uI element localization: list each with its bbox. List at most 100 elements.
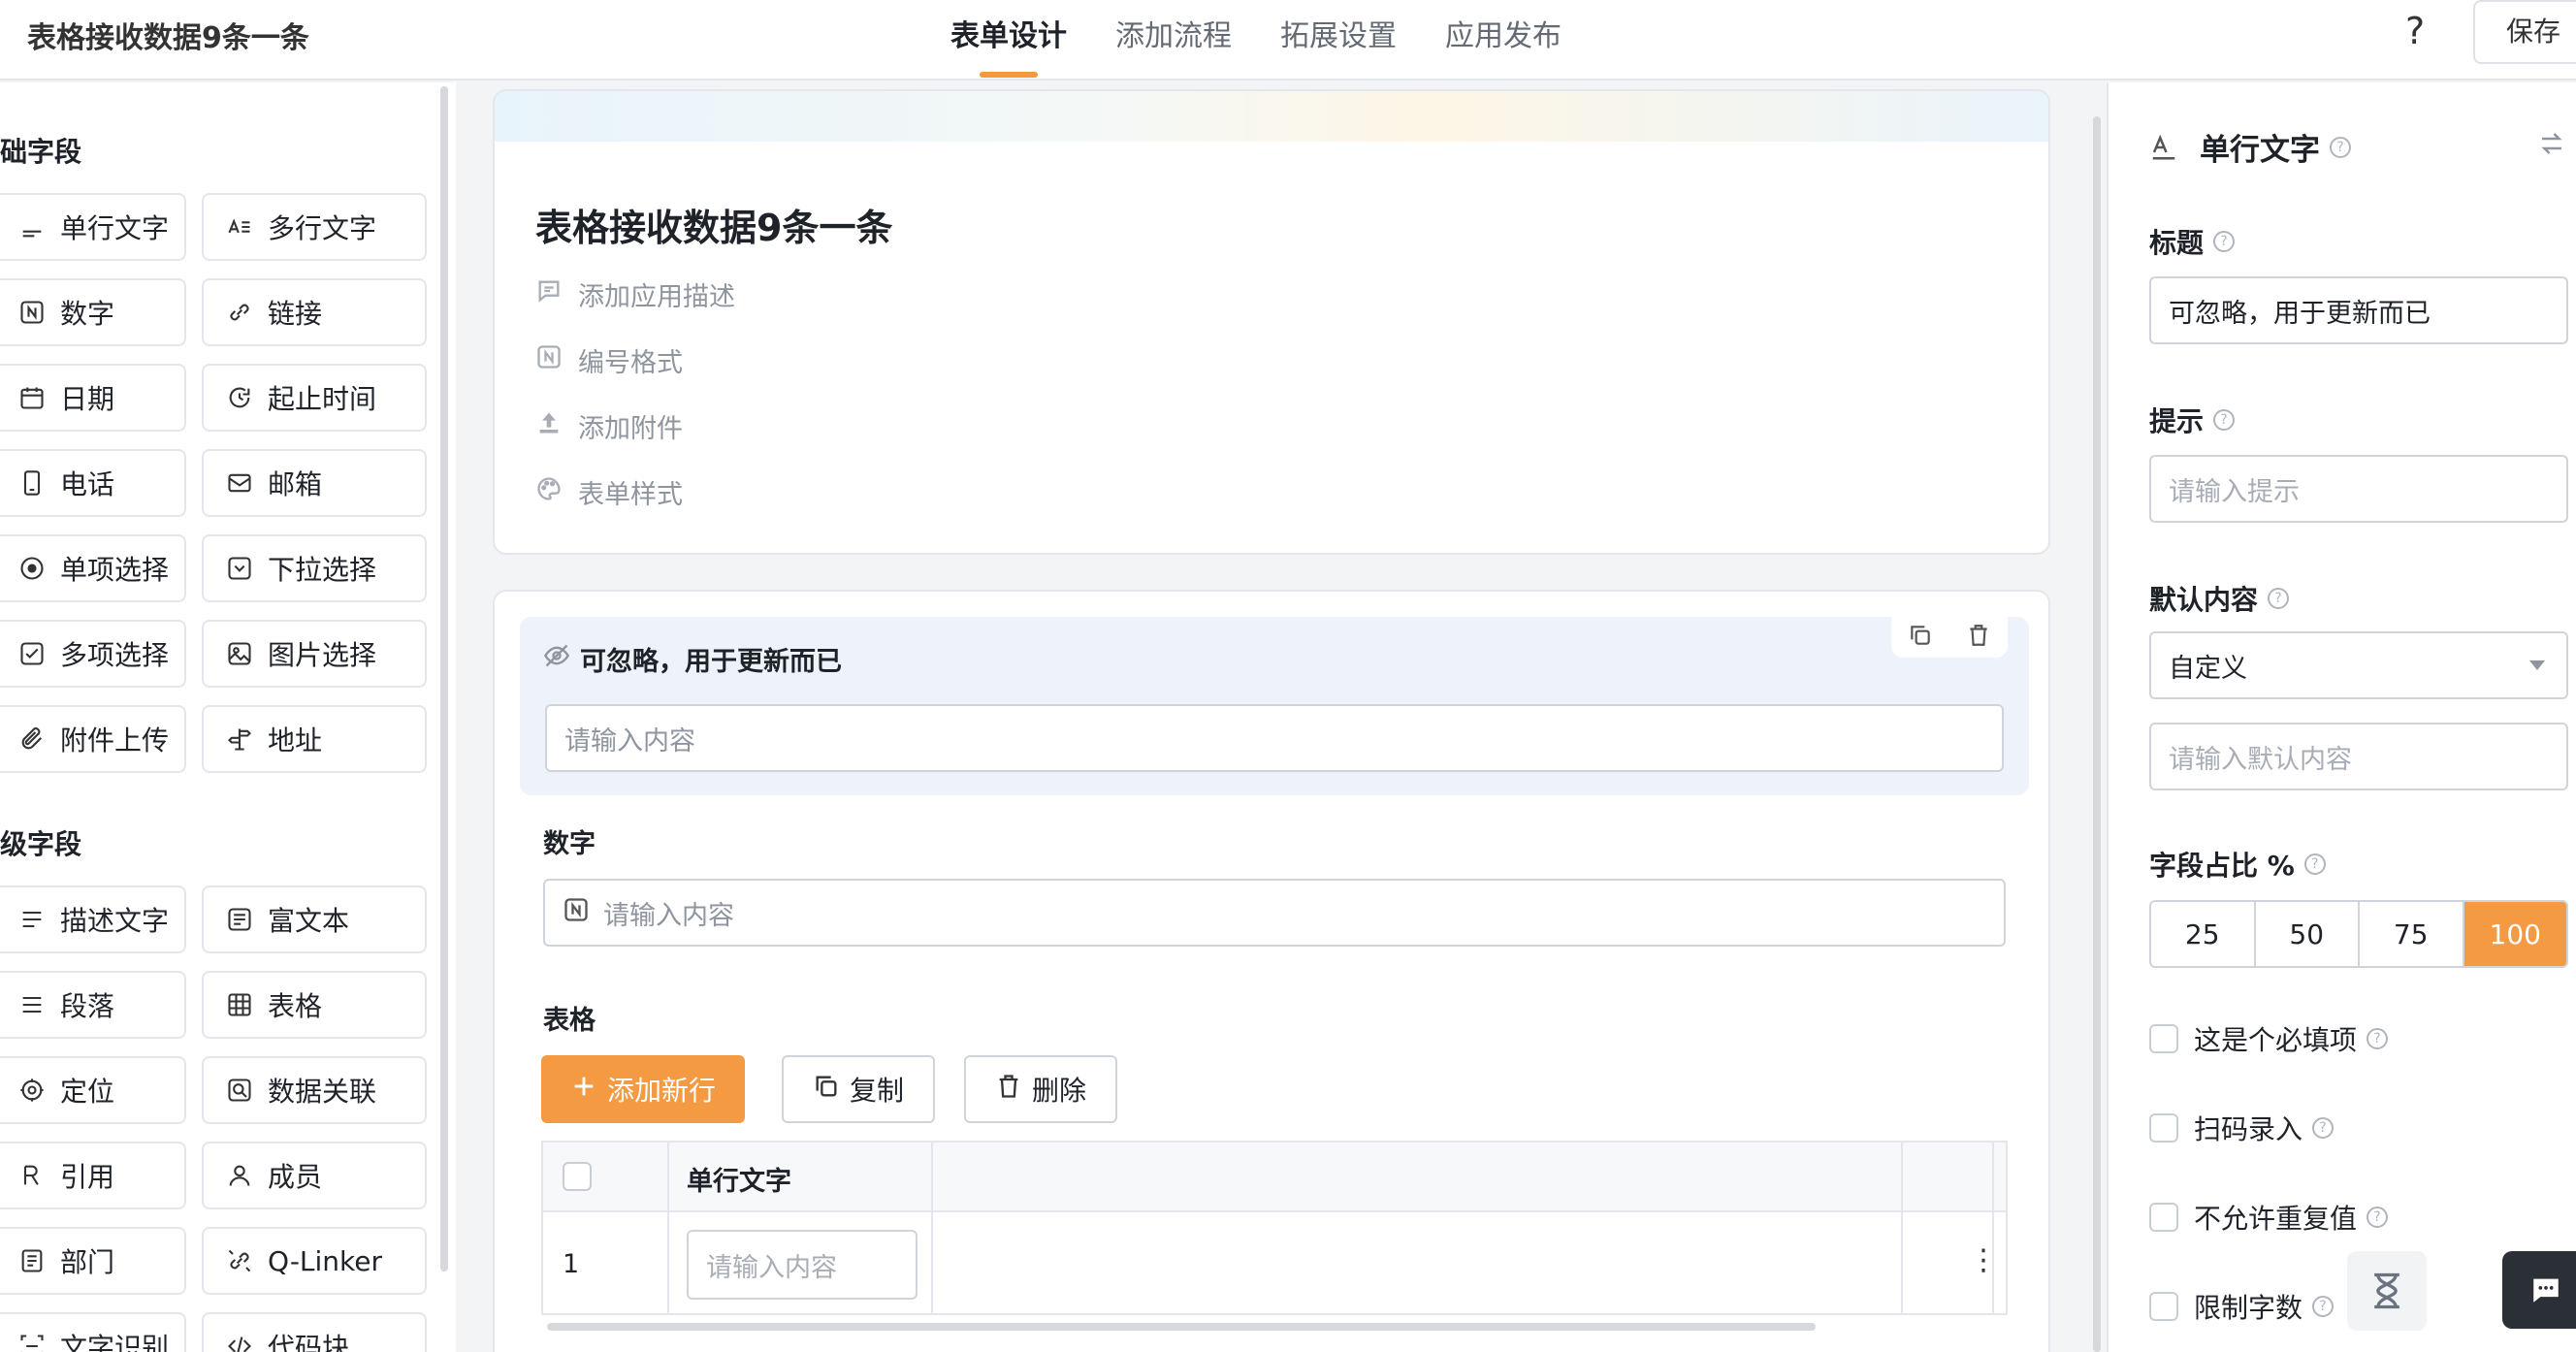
- field-type-table[interactable]: 表格: [202, 971, 427, 1039]
- width-option-50[interactable]: 50: [2256, 902, 2360, 966]
- field-type-time-range[interactable]: 起止时间: [202, 364, 427, 432]
- checkbox-box[interactable]: [2149, 1113, 2178, 1143]
- checkbox-box[interactable]: [2149, 1024, 2178, 1053]
- field-type-location[interactable]: 定位: [0, 1056, 186, 1124]
- number-field-input[interactable]: 请输入内容: [543, 879, 2006, 947]
- form-title[interactable]: 表格接收数据9条一条: [535, 198, 892, 251]
- field-type-address[interactable]: 地址: [202, 705, 427, 773]
- add-description-label: 添加应用描述: [578, 282, 735, 312]
- help-circle-icon[interactable]: ?: [2330, 136, 2351, 158]
- field-type-attachment[interactable]: 附件上传: [0, 705, 186, 773]
- field-type-label: 起止时间: [268, 383, 377, 415]
- tab-form-design[interactable]: 表单设计: [950, 12, 1067, 78]
- number-format-link[interactable]: 编号格式: [535, 341, 683, 379]
- text-line-icon: [2149, 133, 2178, 162]
- title-input[interactable]: 可忽略，用于更新而已: [2149, 276, 2568, 344]
- number-field-label: 数字: [543, 829, 596, 859]
- help-circle-icon[interactable]: ?: [2312, 1296, 2334, 1317]
- field-type-rich-text[interactable]: 富文本: [202, 885, 427, 953]
- no-duplicate-checkbox[interactable]: 不允许重复值 ?: [2149, 1198, 2389, 1237]
- copy-icon[interactable]: [1908, 623, 1933, 652]
- field-type-dropdown[interactable]: 下拉选择: [202, 534, 427, 602]
- field-type-q-linker[interactable]: Q-Linker: [202, 1227, 427, 1295]
- width-option-75[interactable]: 75: [2360, 902, 2464, 966]
- field-type-checkbox[interactable]: 多项选择: [0, 620, 186, 688]
- field-type-department[interactable]: 部门: [0, 1227, 186, 1295]
- add-attachment-link[interactable]: 添加附件: [535, 407, 683, 445]
- column-divider: [1992, 1143, 1994, 1313]
- field-type-phone[interactable]: 电话: [0, 449, 186, 517]
- copy-row-button[interactable]: 复制: [782, 1055, 936, 1123]
- hourglass-icon[interactable]: [2347, 1251, 2427, 1331]
- field-type-text-multi[interactable]: 多行文字: [202, 193, 427, 261]
- field-type-description[interactable]: 描述文字: [0, 885, 186, 953]
- phone-icon: [17, 468, 47, 498]
- help-circle-icon[interactable]: ?: [2312, 1117, 2334, 1139]
- column-divider: [931, 1143, 933, 1313]
- hint-input[interactable]: 请输入提示: [2149, 455, 2568, 523]
- center-scrollbar[interactable]: [2093, 116, 2101, 1352]
- table-field-label: 表格: [543, 1006, 596, 1036]
- table-horizontal-scrollbar[interactable]: [547, 1323, 1816, 1331]
- field-type-link[interactable]: 链接: [202, 278, 427, 346]
- swap-icon[interactable]: [2537, 129, 2566, 158]
- field-type-data-link[interactable]: 数据关联: [202, 1056, 427, 1124]
- help-circle-icon[interactable]: ?: [2303, 853, 2326, 875]
- field-type-label: 附件上传: [60, 724, 170, 756]
- default-value-input[interactable]: 请输入默认内容: [2149, 723, 2568, 790]
- help-circle-icon[interactable]: ?: [2213, 409, 2236, 431]
- save-button[interactable]: 保存: [2473, 0, 2576, 64]
- dropdown-icon: [225, 554, 254, 583]
- field-type-code[interactable]: 代码块: [202, 1312, 427, 1352]
- select-all-checkbox[interactable]: [563, 1162, 592, 1191]
- delete-row-button[interactable]: 删除: [964, 1055, 1118, 1123]
- width-option-100[interactable]: 100: [2463, 902, 2566, 966]
- table-cell-input[interactable]: 请输入内容: [687, 1230, 918, 1300]
- field-type-label: 数字: [60, 298, 115, 330]
- tab-add-process[interactable]: 添加流程: [1115, 12, 1232, 78]
- add-description-link[interactable]: 添加应用描述: [535, 275, 735, 313]
- form-style-link[interactable]: 表单样式: [535, 473, 683, 511]
- number-icon: [17, 298, 47, 327]
- checkbox-box[interactable]: [2149, 1203, 2178, 1232]
- tab-app-publish[interactable]: 应用发布: [1445, 12, 1562, 78]
- help-circle-icon[interactable]: ?: [2268, 588, 2290, 609]
- field-type-number[interactable]: 数字: [0, 278, 186, 346]
- help-icon[interactable]: ?: [2405, 10, 2425, 52]
- checkbox-box[interactable]: [2149, 1292, 2178, 1321]
- field-type-text-line[interactable]: 单行文字: [0, 193, 186, 261]
- field-type-calendar[interactable]: 日期: [0, 364, 186, 432]
- number-icon: [563, 896, 603, 930]
- field-type-mail[interactable]: 邮箱: [202, 449, 427, 517]
- default-type-select[interactable]: 自定义: [2149, 631, 2568, 699]
- limit-length-checkbox[interactable]: 限制字数 ?: [2149, 1287, 2334, 1326]
- selected-field-block[interactable]: 可忽略，用于更新而已 请输入内容: [520, 617, 2029, 795]
- field-type-ocr[interactable]: 文字识别: [0, 1312, 186, 1352]
- selected-field-input[interactable]: 请输入内容: [545, 704, 2004, 772]
- left-scrollbar[interactable]: [440, 86, 448, 1272]
- q-linker-icon: [225, 1246, 254, 1275]
- add-row-button[interactable]: 添加新行: [541, 1055, 746, 1123]
- text-line-icon: [17, 212, 47, 241]
- field-type-label: 多行文字: [268, 212, 377, 244]
- help-circle-icon[interactable]: ?: [2213, 231, 2236, 252]
- field-type-radio[interactable]: 单项选择: [0, 534, 186, 602]
- field-type-member[interactable]: 成员: [202, 1142, 427, 1209]
- top-bar: 表格接收数据9条一条 表单设计 添加流程 拓展设置 应用发布 ? 保存: [0, 0, 2576, 80]
- field-type-image[interactable]: 图片选择: [202, 620, 427, 688]
- field-type-label: 富文本: [268, 905, 350, 937]
- required-checkbox[interactable]: 这是个必填项 ?: [2149, 1019, 2389, 1058]
- more-vertical-icon[interactable]: ⋮: [1969, 1243, 1998, 1277]
- width-option-25[interactable]: 25: [2151, 902, 2256, 966]
- field-type-paragraph[interactable]: 段落: [0, 971, 186, 1039]
- chat-icon[interactable]: [2502, 1251, 2576, 1329]
- field-type-label: 多项选择: [60, 639, 170, 671]
- hint-label: 提示 ?: [2149, 401, 2236, 439]
- field-type-quote[interactable]: 引用: [0, 1142, 186, 1209]
- scan-input-checkbox[interactable]: 扫码录入 ?: [2149, 1109, 2334, 1147]
- help-circle-icon[interactable]: ?: [2367, 1028, 2389, 1049]
- tab-extend-settings[interactable]: 拓展设置: [1280, 12, 1397, 78]
- help-circle-icon[interactable]: ?: [2367, 1207, 2389, 1228]
- field-type-label: 下拉选择: [268, 554, 377, 586]
- trash-icon[interactable]: [1966, 623, 1991, 652]
